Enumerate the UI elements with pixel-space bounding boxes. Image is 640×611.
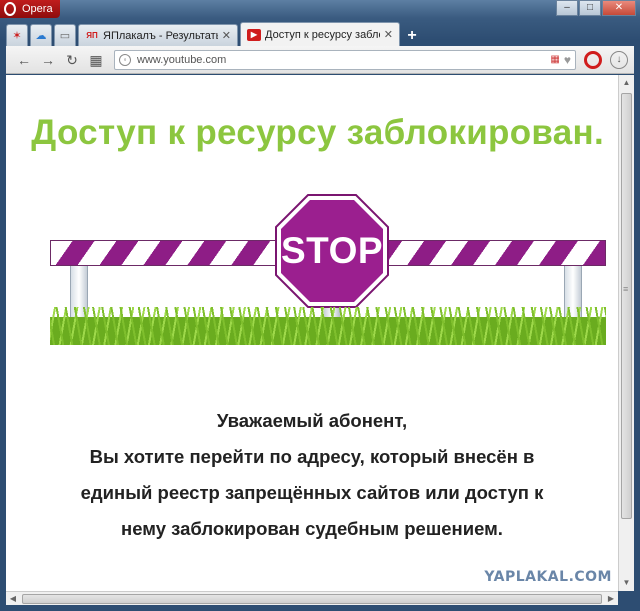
scroll-right-icon[interactable]: ▶ (604, 592, 618, 606)
star-icon: ✶ (12, 30, 22, 42)
feed-icon[interactable]: ▦ (550, 54, 559, 65)
message-line: единый реестр запрещённых сайтов или дос… (80, 482, 544, 503)
tab-strip: ✶ ☁ ▭ ЯП ЯПлакалъ - Результаты п ✕ ▶ Дос… (6, 22, 634, 46)
scroll-left-icon[interactable]: ◀ (6, 592, 20, 606)
block-message: Уважаемый абонент, Вы хотите перейти по … (6, 403, 618, 547)
scroll-down-icon[interactable]: ▼ (619, 575, 634, 591)
cloud-icon: ☁ (35, 30, 47, 42)
vertical-scroll-thumb[interactable] (621, 93, 632, 519)
message-line: Вы хотите перейти по адресу, который вне… (89, 446, 535, 467)
horizontal-scroll-thumb[interactable] (22, 594, 602, 604)
yaplakal-icon: ЯП (86, 31, 98, 40)
message-line: Уважаемый абонент, (216, 410, 408, 431)
reload-button[interactable]: ↻ (60, 49, 84, 71)
document-icon: ▭ (59, 30, 71, 42)
address-bar[interactable]: ◦ www.youtube.com ▦ ♥ (114, 49, 576, 70)
globe-icon: ◦ (119, 53, 131, 66)
stop-sign-text: STOP (280, 230, 384, 271)
navigation-toolbar: ← → ↻ ▦ ◦ www.youtube.com ▦ ♥ ↓ (6, 46, 634, 74)
downloads-icon[interactable]: ↓ (610, 50, 628, 69)
youtube-icon: ▶ (247, 28, 261, 41)
vertical-scrollbar[interactable]: ▲ ▼ (618, 75, 634, 591)
close-tab-icon[interactable]: ✕ (222, 29, 231, 42)
opera-menu-button[interactable]: Opera (0, 0, 60, 18)
heart-icon[interactable]: ♥ (564, 53, 571, 67)
maximize-button[interactable]: □ (579, 0, 601, 16)
page-heading: Доступ к ресурсу заблокирован. (31, 113, 604, 152)
toolbar-right: ↓ (584, 50, 628, 69)
tab-label: Доступ к ресурсу заблоки (265, 28, 380, 41)
tab-yaplakal[interactable]: ЯП ЯПлакалъ - Результаты п ✕ (78, 24, 238, 46)
pinned-tab-bookmarks[interactable]: ✶ (6, 24, 28, 46)
watermark: YAPLAKAL.COM (484, 569, 612, 585)
pinned-tab-document[interactable]: ▭ (54, 24, 76, 46)
page-viewport: Доступ к ресурсу заблокирован. STOP Уваж… (6, 75, 618, 591)
forward-button[interactable]: → (36, 49, 60, 71)
back-button[interactable]: ← (12, 49, 36, 71)
speed-dial-button[interactable]: ▦ (84, 49, 108, 71)
message-line: нему заблокирован судебным решением. (121, 518, 503, 539)
opera-turbo-icon[interactable] (584, 50, 602, 69)
close-tab-icon[interactable]: ✕ (384, 28, 393, 41)
opera-menu-label: Opera (22, 3, 53, 15)
close-window-button[interactable]: ✕ (602, 0, 636, 16)
pinned-tab-weather[interactable]: ☁ (30, 24, 52, 46)
tab-youtube[interactable]: ▶ Доступ к ресурсу заблоки ✕ (240, 22, 400, 46)
tab-label: ЯПлакалъ - Результаты п (103, 29, 218, 42)
new-tab-button[interactable]: + (402, 26, 422, 46)
address-value[interactable]: www.youtube.com (137, 54, 550, 66)
grass-strip (50, 307, 606, 345)
window-controls: – □ ✕ (556, 0, 636, 16)
horizontal-scrollbar[interactable]: ◀ ▶ (6, 591, 618, 605)
opera-logo-icon (4, 2, 16, 16)
minimize-button[interactable]: – (556, 0, 578, 16)
scroll-up-icon[interactable]: ▲ (619, 75, 634, 91)
